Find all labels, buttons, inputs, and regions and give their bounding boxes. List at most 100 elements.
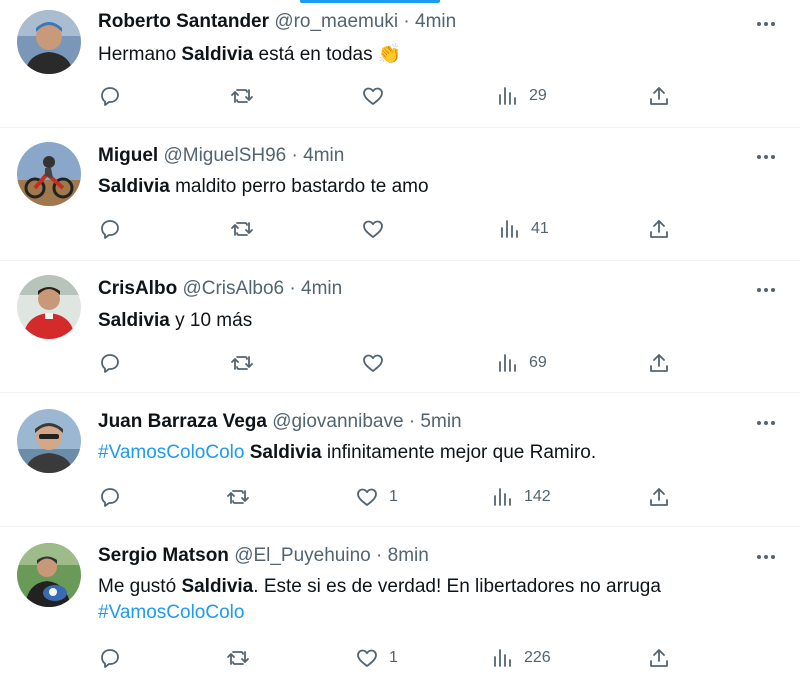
highlighted-term: Saldivia <box>181 576 254 597</box>
author-name[interactable]: Sergio Matson <box>98 545 229 566</box>
tweet-actions: 69 <box>0 348 800 378</box>
reply-button[interactable] <box>98 348 122 378</box>
tweet[interactable]: CrisAlbo @CrisAlbo6 · 4min Saldivia y 10… <box>0 261 800 393</box>
text-segment: Me gustó <box>98 576 182 597</box>
more-icon <box>757 288 775 292</box>
author-handle[interactable]: @El_Puyehuino <box>234 545 371 566</box>
like-icon <box>363 354 383 372</box>
share-icon <box>650 87 668 105</box>
views-button[interactable]: 142 <box>490 482 551 512</box>
share-button[interactable] <box>647 81 671 111</box>
tweet[interactable]: Juan Barraza Vega @giovannibave · 5min #… <box>0 393 800 527</box>
retweet-icon <box>227 651 249 665</box>
reply-icon <box>101 87 119 106</box>
retweet-button[interactable] <box>230 81 254 111</box>
reply-button[interactable] <box>98 81 122 111</box>
retweet-button[interactable] <box>226 482 250 512</box>
author-name[interactable]: Juan Barraza Vega <box>98 411 267 432</box>
author-name[interactable]: CrisAlbo <box>98 278 177 299</box>
views-icon <box>499 87 516 105</box>
author-handle[interactable]: @MiguelSH96 <box>163 145 286 166</box>
tweet[interactable]: Miguel @MiguelSH96 · 4min Saldivia maldi… <box>0 128 800 261</box>
retweet-button[interactable] <box>226 643 250 673</box>
avatar[interactable] <box>17 275 81 339</box>
more-button[interactable] <box>754 147 778 167</box>
tweet-actions: 29 <box>0 81 800 111</box>
tweet-actions: 1 142 <box>0 482 800 512</box>
more-button[interactable] <box>754 547 778 567</box>
tweet-header: Sergio Matson @El_Puyehuino · 8min <box>98 544 429 568</box>
reply-button[interactable] <box>98 214 122 244</box>
author-handle[interactable]: @ro_maemuki <box>274 11 398 32</box>
timestamp[interactable]: 8min <box>388 545 429 566</box>
tweet-header: Juan Barraza Vega @giovannibave · 5min <box>98 410 462 434</box>
like-button[interactable]: 1 <box>355 482 398 512</box>
highlighted-term: Saldivia <box>249 442 322 463</box>
like-count: 1 <box>389 649 398 666</box>
author-handle[interactable]: @giovannibave <box>272 411 403 432</box>
views-button[interactable]: 41 <box>497 214 549 244</box>
share-icon <box>650 649 668 667</box>
highlighted-term: Saldivia <box>181 44 254 65</box>
views-button[interactable]: 69 <box>495 348 547 378</box>
retweet-icon <box>231 89 253 103</box>
retweet-button[interactable] <box>230 214 254 244</box>
timestamp[interactable]: 4min <box>303 145 344 166</box>
more-icon <box>757 421 775 425</box>
share-button[interactable] <box>647 348 671 378</box>
reply-icon <box>101 488 119 507</box>
more-icon <box>757 155 775 159</box>
avatar[interactable] <box>17 10 81 74</box>
text-segment: Hermano <box>98 44 182 65</box>
like-icon <box>357 488 377 506</box>
retweet-button[interactable] <box>230 348 254 378</box>
tweet-actions: 1 226 <box>0 643 800 673</box>
share-button[interactable] <box>647 214 671 244</box>
avatar[interactable] <box>17 543 81 607</box>
share-icon <box>650 488 668 506</box>
views-button[interactable]: 29 <box>495 81 547 111</box>
text-segment: maldito perro bastardo te amo <box>169 176 429 197</box>
more-button[interactable] <box>754 280 778 300</box>
author-name[interactable]: Roberto Santander <box>98 11 269 32</box>
like-icon <box>357 649 377 667</box>
like-button[interactable] <box>361 81 395 111</box>
like-button[interactable] <box>361 348 395 378</box>
tweet[interactable]: Roberto Santander @ro_maemuki · 4min Her… <box>0 0 800 128</box>
timestamp[interactable]: 5min <box>420 411 461 432</box>
views-icon <box>494 488 511 506</box>
tweet-header: CrisAlbo @CrisAlbo6 · 4min <box>98 277 342 301</box>
share-button[interactable] <box>647 482 671 512</box>
text-segment: está en todas <box>253 44 378 65</box>
like-button[interactable] <box>361 214 395 244</box>
hashtag-link[interactable]: #VamosColoColo <box>98 442 244 463</box>
tweet-text: Hermano Saldivia está en todas 👏 <box>98 42 778 68</box>
views-button[interactable]: 226 <box>490 643 551 673</box>
hashtag-link[interactable]: #VamosColoColo <box>98 602 244 623</box>
reply-button[interactable] <box>98 643 122 673</box>
tweet-header: Roberto Santander @ro_maemuki · 4min <box>98 10 456 34</box>
timestamp[interactable]: 4min <box>301 278 342 299</box>
text-segment: infinitamente mejor que Ramiro. <box>321 442 597 463</box>
author-handle[interactable]: @CrisAlbo6 <box>182 278 284 299</box>
more-button[interactable] <box>754 413 778 433</box>
share-button[interactable] <box>647 643 671 673</box>
highlighted-term: Saldivia <box>98 310 170 331</box>
author-name[interactable]: Miguel <box>98 145 158 166</box>
retweet-icon <box>231 356 253 370</box>
text-segment: . Este si es de verdad! En libertadores … <box>253 576 661 597</box>
avatar[interactable] <box>17 409 81 473</box>
separator-dot: · <box>289 278 296 299</box>
retweet-icon <box>227 490 249 504</box>
reply-icon <box>101 354 119 373</box>
reply-icon <box>101 649 119 668</box>
tweet[interactable]: Sergio Matson @El_Puyehuino · 8min Me gu… <box>0 527 800 675</box>
more-icon <box>757 555 775 559</box>
view-count: 226 <box>524 649 551 666</box>
avatar[interactable] <box>17 142 81 206</box>
share-icon <box>650 354 668 372</box>
timestamp[interactable]: 4min <box>415 11 456 32</box>
like-button[interactable]: 1 <box>355 643 398 673</box>
more-button[interactable] <box>754 14 778 34</box>
reply-button[interactable] <box>98 482 122 512</box>
